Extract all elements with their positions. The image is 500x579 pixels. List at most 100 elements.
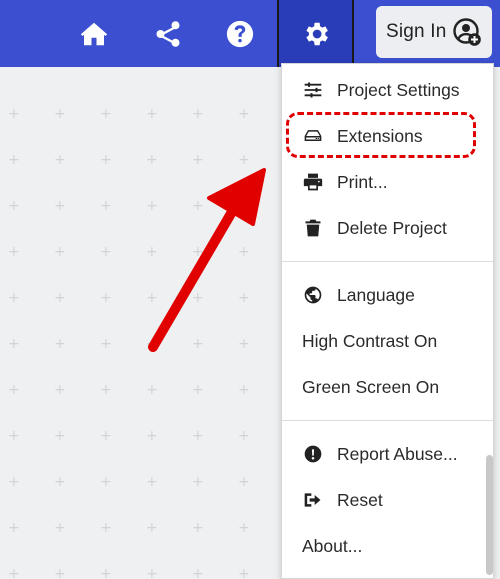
grid-dot: + [8, 290, 20, 306]
grid-dot: + [238, 198, 250, 214]
grid-dot: + [100, 152, 112, 168]
grid-dot: + [54, 474, 66, 490]
grid-dot: + [54, 290, 66, 306]
alert-circle-icon [302, 443, 324, 465]
gear-icon [305, 22, 328, 45]
grid-dot: + [238, 382, 250, 398]
grid-dot: + [54, 336, 66, 352]
account-plus-icon [453, 18, 481, 46]
grid-dot: + [146, 474, 158, 490]
grid-dot: + [238, 290, 250, 306]
grid-dot: + [54, 428, 66, 444]
grid-dot: + [8, 198, 20, 214]
sign-in-button[interactable]: Sign In [376, 6, 492, 58]
share-icon [156, 20, 180, 47]
grid-dot: + [8, 382, 20, 398]
grid-dot: + [146, 152, 158, 168]
grid-dot: + [54, 566, 66, 579]
home-icon [80, 22, 108, 45]
menu-divider [282, 261, 493, 262]
grid-dot: + [238, 244, 250, 260]
grid-dot: + [54, 152, 66, 168]
grid-dot: + [100, 428, 112, 444]
grid-dot: + [146, 428, 158, 444]
menu-item-delete-project[interactable]: Delete Project [282, 207, 487, 249]
menu-item-label: Language [337, 284, 415, 305]
grid-dot: + [192, 152, 204, 168]
grid-dot: + [238, 428, 250, 444]
grid-dot: + [54, 244, 66, 260]
menu-item-report-abuse[interactable]: Report Abuse... [282, 433, 487, 475]
menu-item-label: Print... [337, 171, 388, 192]
globe-icon [302, 284, 324, 306]
grid-dot: + [54, 382, 66, 398]
grid-dot: + [146, 198, 158, 214]
sliders-icon [302, 79, 324, 101]
help-button[interactable] [212, 0, 268, 67]
grid-dot: + [100, 382, 112, 398]
grid-dot: + [8, 244, 20, 260]
grid-dot: + [192, 382, 204, 398]
top-bar: Sign In [0, 0, 500, 67]
printer-icon [302, 171, 324, 193]
menu-item-label: Delete Project [337, 217, 447, 238]
grid-dot: + [100, 566, 112, 579]
grid-dot: + [192, 198, 204, 214]
menu-item-reset[interactable]: Reset [282, 479, 487, 521]
menu-divider [282, 420, 493, 421]
grid-dot: + [8, 428, 20, 444]
grid-dot: + [8, 106, 20, 122]
grid-dot: + [146, 290, 158, 306]
menu-item-label: Reset [337, 489, 383, 510]
menu-item-print[interactable]: Print... [282, 161, 487, 203]
grid-dot: + [100, 336, 112, 352]
grid-dot: + [8, 566, 20, 579]
menu-item-language[interactable]: Language [282, 274, 487, 316]
grid-dot: + [100, 474, 112, 490]
menu-item-label: Report Abuse... [337, 443, 458, 464]
home-button[interactable] [66, 0, 122, 67]
grid-dot: + [146, 520, 158, 536]
menu-item-high-contrast[interactable]: High Contrast On [282, 320, 487, 362]
grid-dot: + [192, 244, 204, 260]
menu-scrollbar[interactable] [486, 455, 493, 575]
grid-dot: + [146, 244, 158, 260]
help-icon [226, 20, 254, 47]
menu-item-label: About... [302, 535, 363, 556]
grid-dot: + [8, 474, 20, 490]
grid-dot: + [146, 336, 158, 352]
grid-dot: + [8, 520, 20, 536]
grid-dot: + [192, 520, 204, 536]
trash-icon [302, 217, 324, 239]
grid-dot: + [238, 520, 250, 536]
grid-dot: + [146, 382, 158, 398]
grid-dot: + [192, 474, 204, 490]
share-button[interactable] [140, 0, 196, 67]
menu-item-label: Green Screen On [302, 376, 440, 397]
grid-dot: + [100, 106, 112, 122]
grid-dot: + [146, 566, 158, 579]
grid-dot: + [192, 336, 204, 352]
grid-dot: + [100, 198, 112, 214]
extensions-highlight-annotation [286, 112, 476, 158]
grid-dot: + [192, 566, 204, 579]
menu-item-project-settings[interactable]: Project Settings [282, 69, 487, 111]
grid-dot: + [54, 106, 66, 122]
menu-item-label: High Contrast On [302, 330, 438, 351]
grid-dot: + [192, 428, 204, 444]
grid-dot: + [238, 474, 250, 490]
grid-dot: + [238, 106, 250, 122]
grid-dot: + [8, 336, 20, 352]
grid-dot: + [192, 106, 204, 122]
grid-dot: + [100, 290, 112, 306]
menu-item-label: Project Settings [337, 79, 460, 100]
grid-dot: + [238, 566, 250, 579]
menu-item-about[interactable]: About... [282, 525, 487, 567]
grid-dot: + [8, 152, 20, 168]
sign-out-icon [302, 489, 324, 511]
grid-dot: + [100, 520, 112, 536]
grid-dot: + [238, 336, 250, 352]
menu-item-green-screen[interactable]: Green Screen On [282, 366, 487, 408]
settings-button[interactable] [277, 0, 354, 67]
grid-dot: + [100, 244, 112, 260]
